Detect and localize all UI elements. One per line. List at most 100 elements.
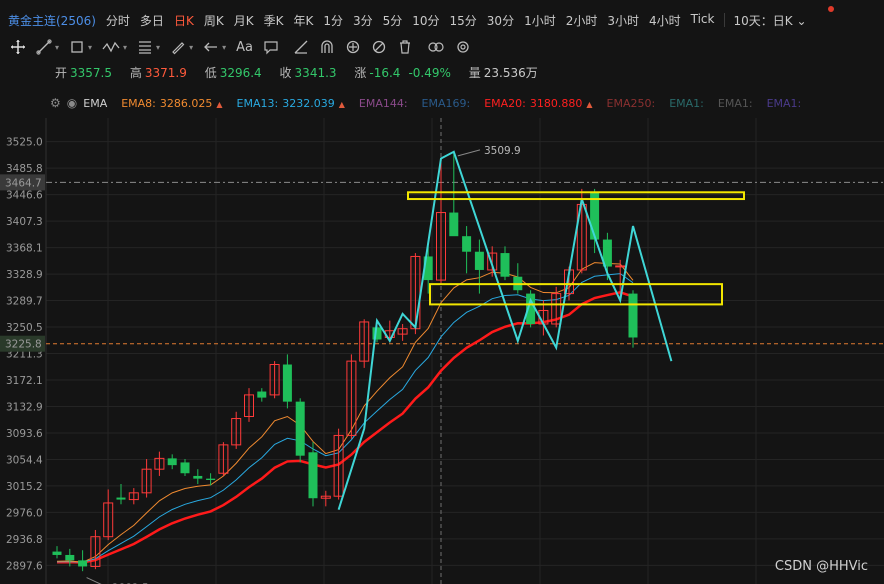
- price-tick-label: 3093.6: [6, 428, 43, 440]
- low-annotation-leader: [86, 577, 102, 584]
- last-price-label: 3225.8: [5, 339, 42, 351]
- price-tick-label: 3368.1: [6, 243, 43, 255]
- price-tick-label: 3289.7: [6, 296, 43, 308]
- change-label: 涨: [354, 66, 367, 80]
- price-tick-label: 3446.6: [6, 190, 43, 202]
- magnet-tool-icon[interactable]: [319, 39, 335, 55]
- rect-tool-icon[interactable]: ▾: [69, 39, 92, 55]
- sync-tool-icon[interactable]: [345, 39, 361, 55]
- ema-item[interactable]: EMA20: 3180.880 ▲: [484, 97, 592, 110]
- candle-body: [78, 560, 88, 567]
- tab-timeframe[interactable]: 3分: [353, 12, 373, 29]
- candle-body: [449, 212, 459, 237]
- tab-timeframe[interactable]: 日K: [174, 12, 194, 29]
- candle-body: [615, 265, 626, 268]
- crosshair-price-label: 3464.7: [5, 177, 42, 189]
- tab-timeframe[interactable]: 3小时: [607, 12, 639, 29]
- gear-icon[interactable]: ⚙: [50, 96, 61, 110]
- tab-timeframe[interactable]: 1分: [323, 12, 343, 29]
- candle-body: [52, 551, 62, 555]
- tab-timeframe[interactable]: 季K: [264, 12, 284, 29]
- fib-tool-icon[interactable]: ▾: [137, 39, 160, 55]
- price-tick-label: 3015.2: [6, 481, 43, 493]
- ema20-line: [56, 290, 634, 564]
- line-tool-icon[interactable]: ▾: [36, 39, 59, 55]
- tab-timeframe[interactable]: 30分: [487, 12, 514, 29]
- ema-item[interactable]: EMA8: 3286.025 ▲: [121, 97, 222, 110]
- ema-label: EMA1:: [766, 96, 802, 110]
- ema-label: EMA8:: [121, 96, 156, 110]
- crosshair-icon[interactable]: [10, 39, 26, 55]
- tab-timeframe[interactable]: 2小时: [566, 12, 598, 29]
- note-tool-icon[interactable]: [263, 39, 279, 55]
- period-select[interactable]: 10天：日K ⌄: [733, 12, 806, 29]
- tab-timeframe[interactable]: 10分: [412, 12, 439, 29]
- ema13-line: [56, 273, 634, 563]
- ema-label: EMA1:: [669, 96, 704, 110]
- ema-item[interactable]: EMA1:: [718, 97, 753, 110]
- triangle-icon: ▲: [586, 99, 593, 109]
- watermark: CSDN @HHVic: [774, 559, 868, 574]
- text-tool-icon[interactable]: Aa: [236, 40, 253, 55]
- tab-timeframe[interactable]: 1小时: [524, 12, 556, 29]
- link-icon[interactable]: [427, 39, 445, 55]
- tab-timeframe[interactable]: 多日: [140, 12, 164, 29]
- price-tick-label: 3407.3: [6, 216, 43, 228]
- ema-label: EMA13:: [236, 96, 279, 110]
- ema-value: 3286.025: [159, 96, 213, 110]
- ema-item[interactable]: EMA169:: [422, 97, 471, 110]
- ema-list: EMA8: 3286.025 ▲ EMA13: 3232.039 ▲ EMA144: EMA1…: [121, 97, 815, 110]
- ema-name[interactable]: EMA: [83, 97, 107, 110]
- drawing-toolbar: ▾ ▾ ▾ ▾ ▾ ▾ Aa: [0, 36, 884, 58]
- ema-item[interactable]: EMA250:: [607, 97, 656, 110]
- candle-body: [257, 391, 267, 398]
- ruler-tool-icon[interactable]: [293, 39, 309, 55]
- tab-timeframe[interactable]: 5分: [383, 12, 403, 29]
- candle-body: [474, 251, 484, 270]
- tab-timeframe[interactable]: 15分: [450, 12, 477, 29]
- low-label: 低: [204, 66, 217, 80]
- tab-timeframe[interactable]: 年K: [293, 12, 313, 29]
- candle-body: [206, 478, 216, 480]
- support-zone-rect: [429, 283, 723, 306]
- tab-timeframe[interactable]: 4小时: [649, 12, 681, 29]
- eye-icon[interactable]: ◉: [67, 96, 77, 110]
- eraser-tool-icon[interactable]: [371, 39, 387, 55]
- chevron-down-icon: ▾: [189, 42, 194, 52]
- price-tick-label: 3485.8: [6, 163, 43, 175]
- candle-body: [308, 452, 318, 499]
- tab-timeframe[interactable]: 月K: [234, 12, 254, 29]
- candle-body: [193, 475, 203, 479]
- symbol-title[interactable]: 黄金主连(2506): [8, 12, 96, 29]
- open-value: 3357.5: [70, 66, 113, 80]
- arrow-tool-icon[interactable]: ▾: [203, 39, 226, 55]
- tab-timeframe[interactable]: Tick: [691, 12, 715, 29]
- ema-label: EMA1:: [717, 96, 753, 110]
- ema-label: EMA20:: [484, 96, 526, 110]
- settings-icon[interactable]: [455, 39, 471, 55]
- price-tick-label: 3328.9: [6, 269, 43, 281]
- high-value: 3371.9: [144, 66, 187, 80]
- candlestick-chart[interactable]: 3525.0 3485.8 3446.6 3407.3 3368.1 3328.9 3289…: [0, 118, 884, 584]
- tab-timeframe[interactable]: 周K: [204, 12, 224, 29]
- candle-body: [462, 236, 472, 252]
- ema-item[interactable]: EMA1:: [669, 97, 704, 110]
- tab-timeframe[interactable]: 分时: [106, 12, 130, 29]
- chevron-down-icon: ▾: [123, 42, 128, 52]
- wave-tool-icon[interactable]: ▾: [102, 39, 127, 55]
- ema-value: 3180.880: [529, 96, 583, 110]
- delete-tool-icon[interactable]: [397, 39, 413, 55]
- change-value: -16.4: [369, 66, 401, 80]
- chevron-down-icon: ▾: [88, 42, 93, 52]
- brush-tool-icon[interactable]: ▾: [170, 39, 193, 55]
- candle-body: [500, 253, 510, 277]
- ema-item[interactable]: EMA13: 3232.039 ▲: [237, 97, 345, 110]
- ema-item[interactable]: EMA144:: [359, 97, 408, 110]
- high-annotation: 3509.9: [484, 145, 521, 157]
- high-label: 高: [129, 66, 142, 80]
- chevron-down-icon: ▾: [222, 42, 227, 52]
- price-tick-label: 2976.0: [6, 507, 43, 519]
- candle-body: [167, 458, 177, 466]
- ema-item[interactable]: EMA1:: [767, 97, 802, 110]
- chevron-down-icon: ▾: [55, 42, 60, 52]
